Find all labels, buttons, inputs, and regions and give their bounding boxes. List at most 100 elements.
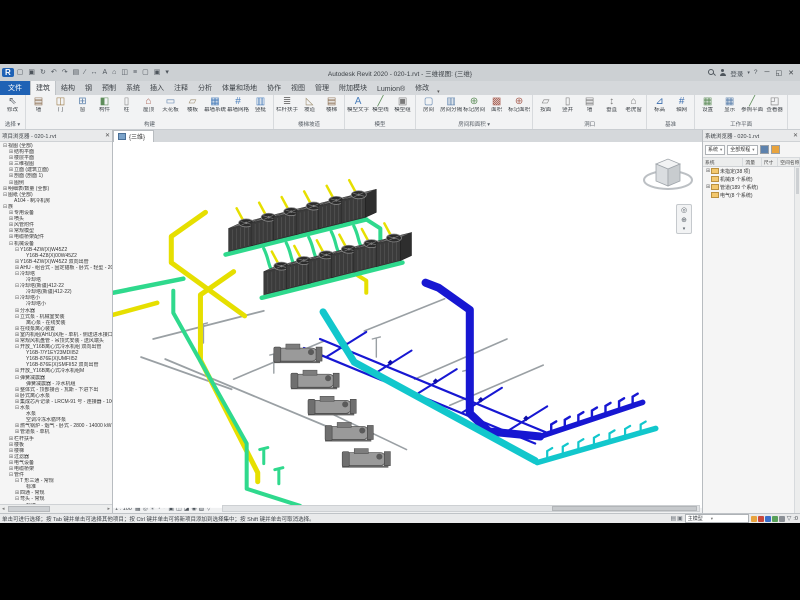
select-by-face-icon[interactable] — [772, 516, 778, 522]
project-browser-tree[interactable]: ⊟视图 (全部)⊞结构平面⊞楼层平面⊞三维视图⊞立面 (建筑立面)⊞剖面 (剖面… — [0, 142, 112, 504]
quick-access-toolbar[interactable]: R▢▣↻↶↷▤∕↔A⌂◫≡▢▣▾ — [0, 68, 171, 77]
ribbon-button-竖井[interactable]: ▯竖井 — [557, 96, 578, 113]
ribbon-tab-附加模块[interactable]: 附加模块 — [334, 81, 372, 95]
search-icon[interactable] — [708, 69, 715, 76]
design-option-select[interactable]: 主模型▾ — [685, 514, 749, 523]
ribbon-button-坡道[interactable]: ◺坡道 — [299, 96, 320, 113]
ribbon-button-标高[interactable]: ⊿标高 — [649, 96, 670, 113]
system-browser-vscrollbar[interactable] — [794, 167, 800, 513]
switch-windows-icon[interactable]: ▣ — [152, 68, 163, 77]
column-header-系统[interactable]: 系统 — [703, 158, 743, 166]
ribbon-button-标记房间[interactable]: ⊕标记房间 — [463, 96, 485, 113]
ribbon-button-模型线[interactable]: ╱模型线 — [370, 96, 391, 113]
navbar-caret-icon[interactable]: ▾ — [683, 225, 686, 233]
print-icon[interactable]: ▤ — [71, 68, 82, 77]
view-tab-3d[interactable]: {三维} — [113, 130, 154, 142]
save-icon[interactable]: ▣ — [26, 68, 37, 77]
ribbon-tab-钢[interactable]: 钢 — [80, 81, 97, 95]
ribbon-button-幕墙系统[interactable]: ▦幕墙系统 — [204, 96, 226, 113]
ribbon-button-房间分隔[interactable]: ▥房间分隔 — [440, 96, 462, 113]
minimize-button[interactable]: ─ — [762, 69, 773, 77]
ribbon-button-门[interactable]: ◫门 — [50, 96, 71, 113]
ribbon-button-屋顶[interactable]: ⌂屋顶 — [138, 96, 159, 113]
user-icon[interactable] — [719, 69, 726, 76]
steering-wheel-icon[interactable]: ◎ — [681, 205, 687, 215]
ribbon-button-按面[interactable]: ▱按面 — [535, 96, 556, 113]
ribbon-button-设置[interactable]: ▦设置 — [697, 96, 718, 113]
ribbon-button-老虎窗[interactable]: ⌂老虎窗 — [623, 96, 644, 113]
filter-icon[interactable]: ▽ — [787, 515, 792, 522]
ribbon-button-垂直[interactable]: ↕垂直 — [601, 96, 622, 113]
ribbon-button-竖梃[interactable]: ▥竖梃 — [250, 96, 271, 113]
3d-model-scene[interactable] — [113, 142, 702, 508]
ribbon-tab-视图[interactable]: 视图 — [286, 81, 310, 95]
signin-label[interactable]: 登录 — [730, 68, 743, 78]
section-icon[interactable]: ◫ — [119, 68, 130, 77]
column-header-尺寸[interactable]: 尺寸 — [762, 158, 779, 166]
system-browser-body[interactable]: ⊞未指定(38 项)机械(8 个系统)⊞管道(189 个系统)电气(8 个系统) — [703, 167, 800, 513]
ribbon-tab-体量和场地[interactable]: 体量和场地 — [217, 81, 262, 95]
system-row[interactable]: ⊞未指定(38 项) — [703, 167, 800, 175]
column-header-空间名称[interactable]: 空间名称 — [778, 158, 800, 166]
aligned-dimension-icon[interactable]: ↔ — [88, 68, 99, 77]
column-settings-icon[interactable] — [771, 145, 780, 154]
ribbon-button-参照平面[interactable]: ╱参照平面 — [741, 96, 763, 113]
sync-icon[interactable]: ↻ — [38, 68, 48, 77]
default-3d-view-icon[interactable]: ⌂ — [110, 68, 118, 77]
ribbon-button-柱[interactable]: ▯柱 — [116, 96, 137, 113]
ribbon-tab-分析[interactable]: 分析 — [193, 81, 217, 95]
ribbon-tab-修改[interactable]: 修改 — [410, 81, 434, 95]
help-icon[interactable]: ? — [754, 69, 758, 76]
project-browser-close-icon[interactable]: ✕ — [105, 132, 110, 139]
scrollbar-thumb[interactable] — [8, 506, 50, 512]
text-icon[interactable]: A — [100, 68, 109, 77]
ribbon-button-查看器[interactable]: ◰查看器 — [764, 96, 785, 113]
editable-only-icon[interactable]: ▣ — [677, 515, 683, 522]
zoom-icon[interactable]: ⊕ — [681, 215, 687, 225]
ribbon-tab-注释[interactable]: 注释 — [169, 81, 193, 95]
view-select[interactable]: 系统▾ — [705, 145, 725, 155]
autofit-columns-icon[interactable] — [760, 145, 769, 154]
ribbon-button-墙[interactable]: ▤墙 — [579, 96, 600, 113]
redo-icon[interactable]: ↷ — [60, 68, 70, 77]
ribbon-button-楼梯[interactable]: ▤楼梯 — [321, 96, 342, 113]
ribbon-tab-系统[interactable]: 系统 — [121, 81, 145, 95]
close-hidden-windows-icon[interactable]: ▢ — [140, 68, 151, 77]
ribbon-button-显示[interactable]: ▦显示 — [719, 96, 740, 113]
signin-caret-icon[interactable]: ▾ — [747, 70, 750, 76]
ribbon-button-窗[interactable]: ⊞窗 — [72, 96, 93, 113]
ribbon-button-面积[interactable]: ▩面积 — [486, 96, 507, 113]
drag-on-selection-icon[interactable] — [779, 516, 785, 522]
revit-logo-icon[interactable]: R — [2, 68, 14, 77]
ribbon-tab-建筑[interactable]: 建筑 — [30, 80, 56, 95]
customize-qat-icon[interactable]: ▾ — [163, 68, 171, 77]
ribbon-button-楼板[interactable]: ▱楼板 — [182, 96, 203, 113]
ribbon-tab-管理[interactable]: 管理 — [310, 81, 334, 95]
scroll-right-icon[interactable]: ▸ — [105, 506, 112, 512]
worksets-icon[interactable]: ▤ — [670, 515, 676, 522]
ribbon-button-幕墙网格[interactable]: #幕墙网格 — [227, 96, 249, 113]
discipline-select[interactable]: 全部规程▾ — [727, 145, 757, 155]
system-browser-close-icon[interactable]: ✕ — [793, 132, 798, 139]
system-row[interactable]: ⊞管道(189 个系统) — [703, 183, 800, 191]
column-header-流量[interactable]: 流量 — [743, 158, 761, 166]
canvas-hscrollbar[interactable] — [222, 505, 700, 512]
navigation-bar[interactable]: ◎ ⊕ ▾ — [676, 204, 692, 234]
select-links-icon[interactable] — [751, 516, 757, 522]
select-pinned-icon[interactable] — [765, 516, 771, 522]
close-button[interactable]: ✕ — [785, 69, 797, 77]
ribbon-button-模型组[interactable]: ▣模型组 — [392, 96, 413, 113]
open-icon[interactable]: ▢ — [15, 68, 26, 77]
ribbon-tab-Lumion®[interactable]: Lumion® — [372, 84, 410, 95]
scroll-left-icon[interactable]: ◂ — [0, 506, 7, 512]
ribbon-button-修改[interactable]: ⇖修改 — [2, 96, 23, 113]
ribbon-tab-预制[interactable]: 预制 — [97, 81, 121, 95]
project-browser-hscrollbar[interactable]: ◂ ▸ — [0, 504, 112, 513]
restore-button[interactable]: ◱ — [773, 69, 786, 77]
select-underlay-icon[interactable] — [758, 516, 764, 522]
ribbon-tab-插入[interactable]: 插入 — [145, 81, 169, 95]
ribbon-button-标记面积[interactable]: ⊕标记面积 — [508, 96, 530, 113]
system-row[interactable]: 机械(8 个系统) — [703, 175, 800, 183]
ribbon-tab-协作[interactable]: 协作 — [262, 81, 286, 95]
system-row[interactable]: 电气(8 个系统) — [703, 191, 800, 199]
